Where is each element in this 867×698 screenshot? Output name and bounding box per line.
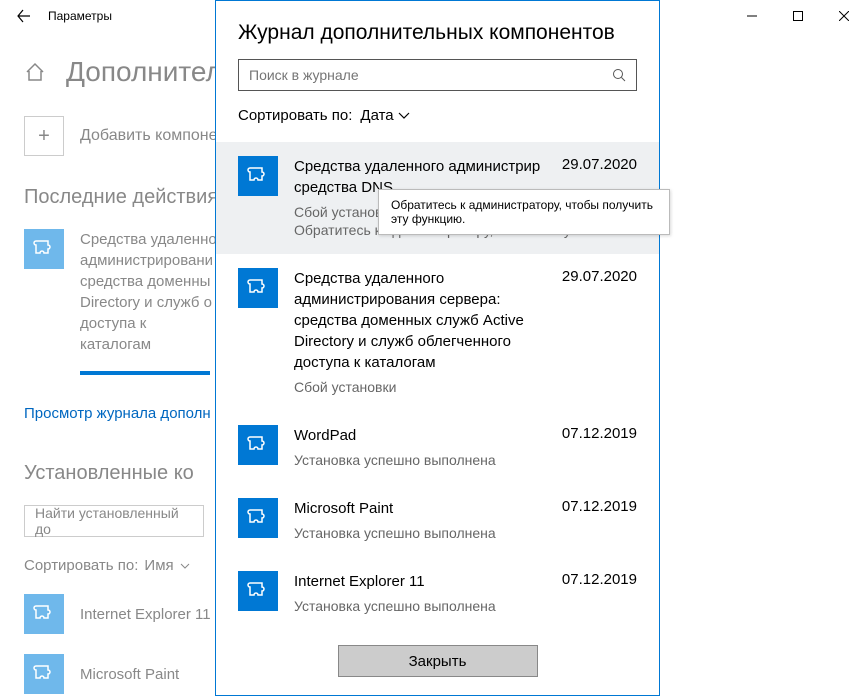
minimize-button[interactable] [729, 0, 775, 32]
search-icon [612, 68, 626, 82]
history-entry-title: WordPad [294, 425, 356, 446]
modal-sort-value[interactable]: Дата [360, 107, 409, 124]
plus-icon: + [24, 116, 64, 156]
history-entry-title: Microsoft Paint [294, 498, 393, 519]
recent-item-text: Средства удаленно администрировани средс… [80, 229, 220, 355]
sort-value[interactable]: Имя [144, 557, 173, 574]
puzzle-icon [24, 594, 64, 634]
installed-search-placeholder: Найти установленный до [35, 505, 193, 537]
maximize-button[interactable] [775, 0, 821, 32]
minimize-icon [747, 11, 757, 21]
home-icon[interactable] [24, 61, 46, 83]
history-entry-date: 29.07.2020 [562, 156, 637, 173]
close-window-button[interactable] [821, 0, 867, 32]
history-entry-status: Установка успешно выполнена [294, 525, 637, 541]
puzzle-icon [238, 498, 278, 538]
puzzle-icon [238, 571, 278, 611]
history-entry-title: Средства удаленного администрирования се… [294, 268, 550, 373]
window-controls [729, 0, 867, 32]
modal-sort-row: Сортировать по: Дата [216, 107, 659, 142]
history-entry[interactable]: Microsoft Paint 07.12.2019 Установка усп… [216, 484, 659, 557]
history-entry-status: Установка успешно выполнена [294, 598, 637, 614]
history-entry-body: Средства удаленного администрирования се… [294, 268, 637, 395]
history-entry[interactable]: WordPad 07.12.2019 Установка успешно вып… [216, 411, 659, 484]
arrow-left-icon [17, 9, 31, 23]
page-title: Дополнител [66, 56, 222, 88]
modal-sort-label: Сортировать по: [238, 107, 352, 124]
history-entry-body: Microsoft Paint 07.12.2019 Установка усп… [294, 498, 637, 541]
history-entry-date: 07.12.2019 [562, 425, 637, 442]
chevron-down-icon [180, 563, 190, 569]
history-modal: Журнал дополнительных компонентов Сортир… [215, 0, 660, 696]
history-entry-date: 07.12.2019 [562, 571, 637, 588]
add-component-label: Добавить компоне [80, 127, 218, 145]
history-entry-title: Internet Explorer 11 [294, 571, 425, 592]
puzzle-icon [24, 654, 64, 694]
history-entry-body: Internet Explorer 11 07.12.2019 Установк… [294, 571, 637, 614]
close-button[interactable]: Закрыть [338, 645, 538, 677]
installed-item-label: Microsoft Paint [80, 666, 179, 683]
window-title: Параметры [48, 9, 112, 23]
history-entry[interactable]: Internet Explorer 11 07.12.2019 Установк… [216, 557, 659, 627]
history-entry-date: 29.07.2020 [562, 268, 637, 285]
maximize-icon [793, 11, 803, 21]
history-entry-status: Установка успешно выполнена [294, 452, 637, 468]
tooltip-text: Обратитесь к администратору, чтобы получ… [391, 198, 653, 226]
modal-search-field[interactable] [249, 67, 626, 83]
progress-bar [80, 371, 210, 375]
installed-search-input[interactable]: Найти установленный до [24, 505, 204, 537]
puzzle-icon [238, 156, 278, 196]
modal-search-input[interactable] [238, 59, 637, 91]
puzzle-icon [24, 229, 64, 269]
installed-item-label: Internet Explorer 11 [80, 606, 211, 623]
puzzle-icon [238, 268, 278, 308]
modal-footer: Закрыть [216, 627, 659, 695]
close-icon [839, 11, 849, 21]
history-entry-date: 07.12.2019 [562, 498, 637, 515]
history-entry-body: WordPad 07.12.2019 Установка успешно вып… [294, 425, 637, 468]
modal-title: Журнал дополнительных компонентов [216, 1, 659, 59]
tooltip: Обратитесь к администратору, чтобы получ… [378, 189, 670, 235]
history-entry-status: Сбой установки [294, 379, 637, 395]
sort-label: Сортировать по: [24, 557, 138, 574]
history-entry[interactable]: Средства удаленного администрирования се… [216, 254, 659, 411]
chevron-down-icon [398, 112, 410, 119]
puzzle-icon [238, 425, 278, 465]
back-button[interactable] [8, 0, 40, 32]
